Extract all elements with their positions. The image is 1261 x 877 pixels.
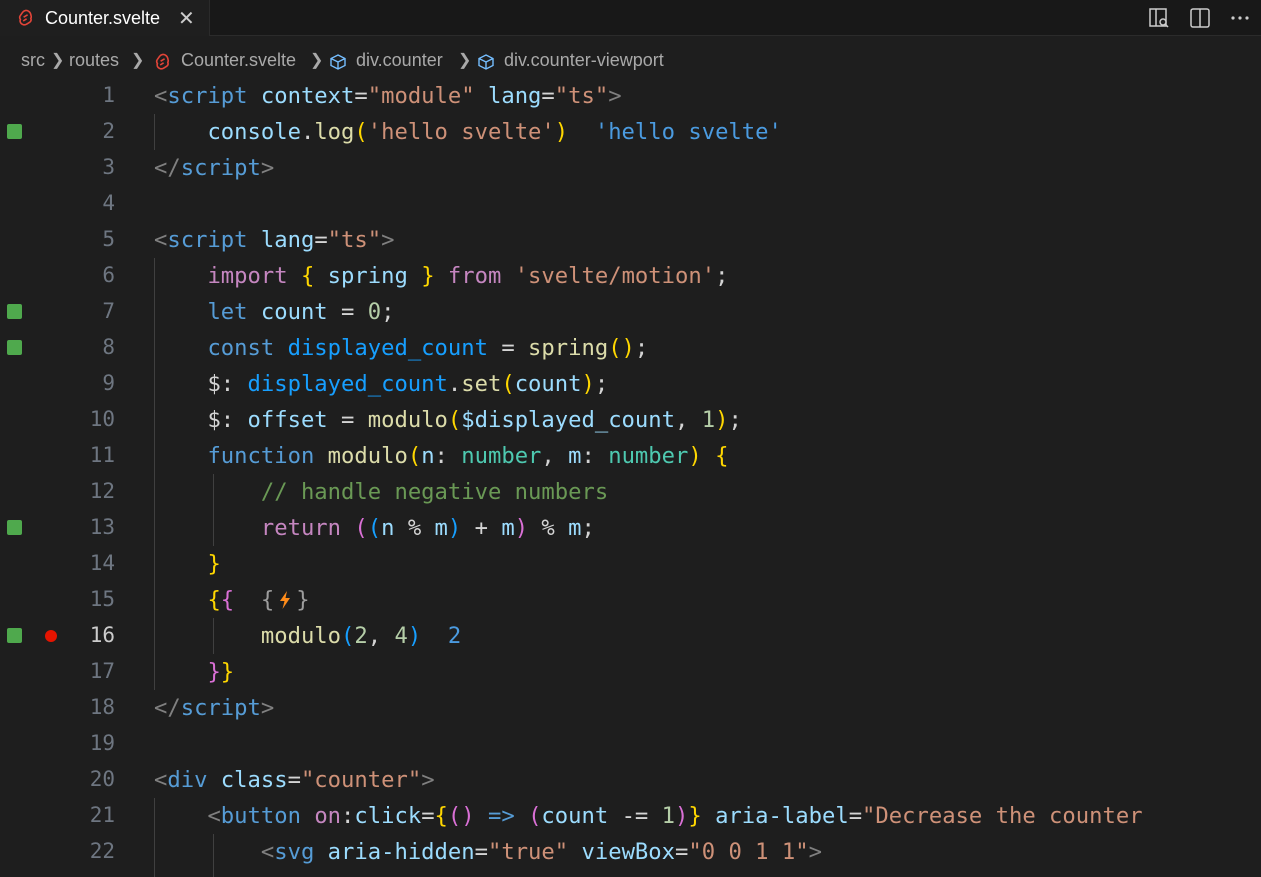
line-number: 1 [102, 83, 115, 107]
code-line: 18 </script> [0, 690, 1261, 726]
chevron-right-icon: ❯ [458, 52, 472, 69]
chevron-right-icon: ❯ [131, 52, 145, 69]
line-number: 20 [89, 767, 115, 791]
code-text: let count = 0; [207, 299, 395, 325]
breadcrumb-item-src[interactable]: src [21, 50, 45, 71]
code-line: 20 <div class="counter"> [0, 762, 1261, 798]
inline-result: 'hello svelte' [594, 119, 782, 145]
code-line: 22 <svg aria-hidden="true" viewBox="0 0 … [0, 834, 1261, 870]
code-line: 21 <button on:click={() => (count -= 1)}… [0, 798, 1261, 834]
code-line: 3 </script> [0, 150, 1261, 186]
code-text: </script> [154, 695, 275, 721]
code-line: 14 } [0, 546, 1261, 582]
line-number: 14 [89, 551, 115, 575]
close-icon[interactable]: ✕ [178, 6, 195, 31]
open-preview-icon[interactable] [1146, 5, 1172, 31]
line-number: 6 [102, 263, 115, 287]
breadcrumb-item-file[interactable]: Counter.svelte [181, 50, 296, 71]
code-text: const displayed_count = spring(); [207, 335, 649, 361]
code-line: 10 $: offset = modulo($displayed_count, … [0, 402, 1261, 438]
code-text: function modulo(n: number, m: number) { [207, 443, 729, 469]
code-line: 17 }} [0, 654, 1261, 690]
line-number: 19 [89, 731, 115, 755]
code-text: $: displayed_count.set(count); [207, 371, 609, 397]
line-number: 22 [89, 839, 115, 863]
more-actions-icon[interactable] [1227, 5, 1253, 31]
line-number: 17 [89, 659, 115, 683]
code-text: {{ {} [207, 587, 310, 613]
split-editor-icon[interactable] [1187, 5, 1213, 31]
code-text: <svg aria-hidden="true" viewBox="0 0 1 1… [260, 839, 822, 865]
svelte-icon [18, 9, 32, 26]
code-line: 12 // handle negative numbers [0, 474, 1261, 510]
breakpoint-icon[interactable] [45, 630, 57, 642]
code-text: <script lang="ts"> [154, 227, 395, 253]
line-number: 12 [89, 479, 115, 503]
code-text: return ((n % m) + m) % m; [260, 515, 595, 541]
code-line: 4 [0, 186, 1261, 222]
breadcrumb-item-routes[interactable]: routes [69, 50, 119, 71]
line-number: 2 [102, 119, 115, 143]
change-marker[interactable] [7, 340, 22, 355]
code-text: // handle negative numbers [260, 479, 609, 505]
code-text: $: offset = modulo($displayed_count, 1); [207, 407, 742, 433]
tab-counter-svelte[interactable]: Counter.svelte ✕ [0, 0, 210, 36]
cube-icon [478, 54, 494, 70]
tab-bar: Counter.svelte ✕ [0, 0, 1261, 36]
line-number: 9 [102, 371, 115, 395]
line-number: 5 [102, 227, 115, 251]
code-editor[interactable]: 1 <script context="module" lang="ts"> 2 … [0, 78, 1261, 877]
code-text: }} [207, 659, 235, 685]
line-number: 4 [102, 191, 115, 215]
code-line: 6 import { spring } from 'svelte/motion'… [0, 258, 1261, 294]
chevron-right-icon: ❯ [310, 52, 324, 69]
code-text: console.log('hello svelte') 'hello svelt… [207, 119, 782, 145]
code-line: 15 {{ {} [0, 582, 1261, 618]
line-number: 13 [89, 515, 115, 539]
code-line: 2 console.log('hello svelte') 'hello sve… [0, 114, 1261, 150]
line-number: 15 [89, 587, 115, 611]
change-marker[interactable] [7, 628, 22, 643]
code-text: import { spring } from 'svelte/motion'; [207, 263, 729, 289]
code-text: <button on:click={() => (count -= 1)} ar… [207, 803, 1143, 829]
code-line: 19 [0, 726, 1261, 762]
chevron-right-icon: ❯ [51, 52, 65, 69]
lightning-icon[interactable] [278, 590, 292, 610]
breadcrumb-item-div-counter[interactable]: div.counter [356, 50, 443, 71]
line-number: 18 [89, 695, 115, 719]
code-text: <div class="counter"> [154, 767, 435, 793]
inline-result: 2 [447, 623, 462, 649]
tab-label: Counter.svelte [45, 8, 161, 28]
line-number: 7 [102, 299, 115, 323]
editor-actions [1136, 5, 1253, 31]
line-number: 3 [102, 155, 115, 179]
line-number: 11 [89, 443, 115, 467]
line-number: 16 [89, 623, 115, 647]
code-line: 1 <script context="module" lang="ts"> [0, 78, 1261, 114]
code-line: 8 const displayed_count = spring(); [0, 330, 1261, 366]
breadcrumb: src ❯ routes ❯ Counter.svelte ❯ div.coun… [0, 44, 1261, 78]
breadcrumb-item-div-counter-viewport[interactable]: div.counter-viewport [504, 50, 664, 71]
code-line: 13 return ((n % m) + m) % m; [0, 510, 1261, 546]
svelte-icon [155, 53, 170, 70]
change-marker[interactable] [7, 520, 22, 535]
code-line: 7 let count = 0; [0, 294, 1261, 330]
code-text: </script> [154, 155, 275, 181]
code-line: 5 <script lang="ts"> [0, 222, 1261, 258]
line-number: 21 [89, 803, 115, 827]
code-line: 11 function modulo(n: number, m: number)… [0, 438, 1261, 474]
code-line: 9 $: displayed_count.set(count); [0, 366, 1261, 402]
line-number: 10 [89, 407, 115, 431]
code-text: } [207, 551, 221, 577]
line-number: 8 [102, 335, 115, 359]
change-marker[interactable] [7, 304, 22, 319]
code-text: <script context="module" lang="ts"> [154, 83, 622, 109]
change-marker[interactable] [7, 124, 22, 139]
code-text: modulo(2, 4) 2 [260, 623, 462, 649]
cube-icon [330, 54, 346, 70]
code-line: 16 modulo(2, 4) 2 [0, 618, 1261, 654]
